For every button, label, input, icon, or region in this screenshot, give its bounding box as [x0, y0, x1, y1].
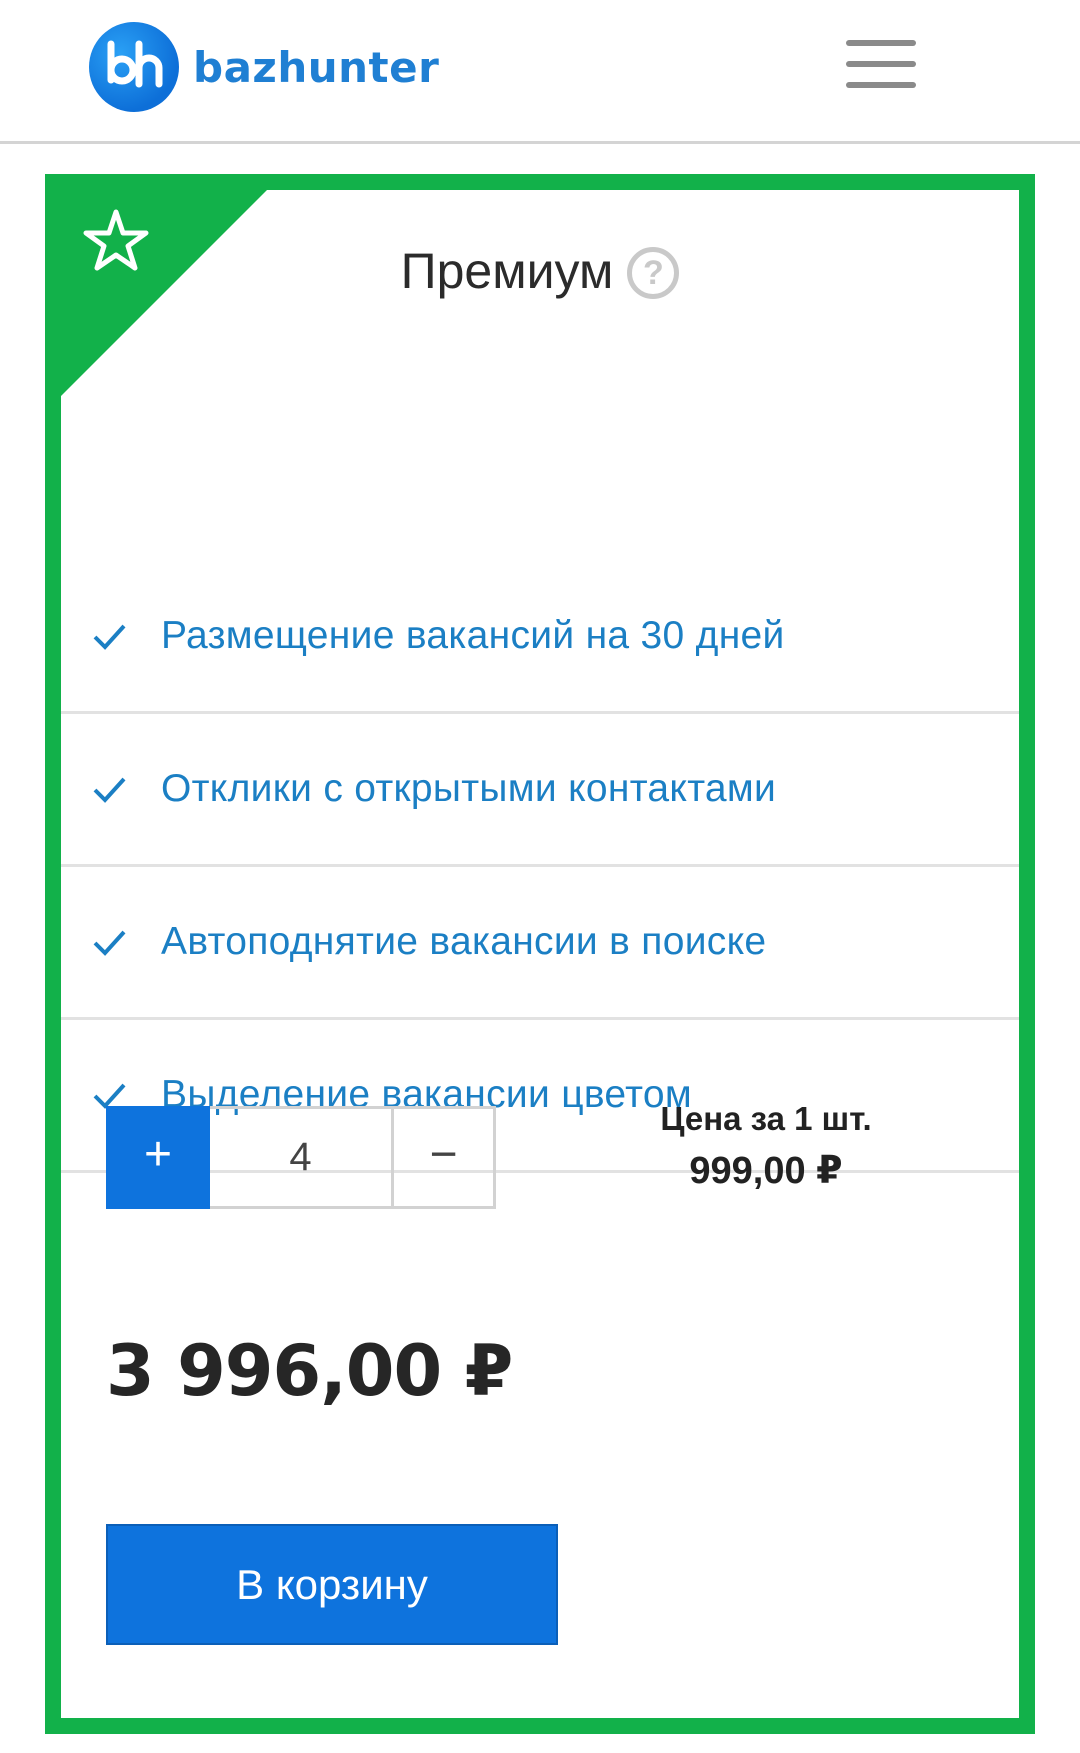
- quantity-stepper: + 4 −: [106, 1106, 496, 1209]
- feature-list: Размещение вакансий на 30 дней Отклики с…: [61, 561, 1019, 1173]
- total-price: 3 996,00 ₽: [106, 1330, 513, 1412]
- list-item: Размещение вакансий на 30 дней: [61, 561, 1019, 714]
- unit-price-label: Цена за 1 шт.: [660, 1100, 872, 1137]
- help-icon[interactable]: ?: [627, 247, 680, 299]
- card-title: Премиум?: [61, 242, 1019, 300]
- add-to-cart-button[interactable]: В корзину: [106, 1524, 558, 1645]
- tariff-card-premium: Премиум? Размещение вакансий на 30 дней …: [45, 174, 1035, 1734]
- feature-label: Размещение вакансий на 30 дней: [161, 614, 785, 657]
- unit-price: Цена за 1 шт. 999,00 ₽: [616, 1100, 916, 1193]
- check-icon: [93, 777, 126, 803]
- logo-text: bazhunter: [193, 42, 440, 92]
- site-header: bazhunter: [0, 0, 1080, 144]
- unit-price-value: 999,00 ₽: [689, 1150, 843, 1192]
- check-icon: [93, 930, 126, 956]
- logo-mark-icon: [89, 22, 179, 112]
- feature-label: Отклики с открытыми контактами: [161, 767, 777, 810]
- tariff-name: Премиум: [400, 243, 614, 299]
- feature-label: Автоподнятие вакансии в поиске: [161, 920, 767, 963]
- quantity-input[interactable]: 4: [210, 1106, 394, 1209]
- check-icon: [93, 624, 126, 650]
- list-item: Автоподнятие вакансии в поиске: [61, 867, 1019, 1020]
- logo[interactable]: bazhunter: [89, 21, 439, 113]
- increase-quantity-button[interactable]: +: [106, 1106, 210, 1209]
- menu-icon[interactable]: [846, 40, 916, 88]
- list-item: Отклики с открытыми контактами: [61, 714, 1019, 867]
- decrease-quantity-button[interactable]: −: [394, 1106, 496, 1209]
